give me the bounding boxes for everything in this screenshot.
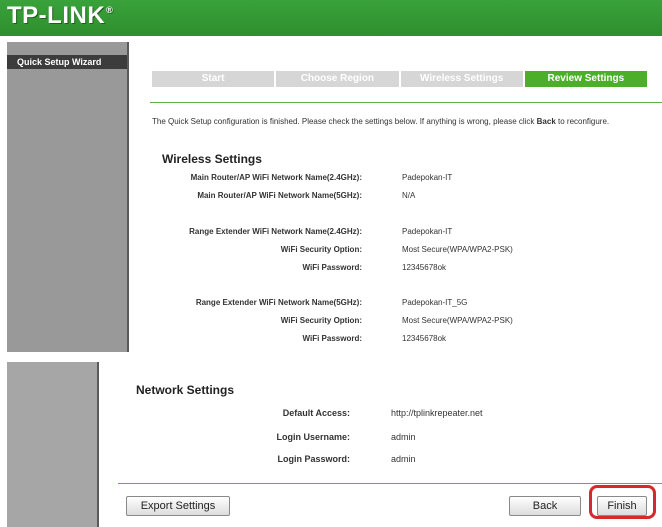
back-button[interactable]: Back [509, 496, 581, 516]
row-value-main-5g: N/A [402, 191, 416, 200]
row-label: WiFi Password: [302, 263, 363, 272]
sidebar-item-quick-setup-wizard[interactable]: Quick Setup Wizard [7, 55, 127, 69]
wireless-settings-title: Wireless Settings [162, 152, 262, 166]
row-label: WiFi Password: [302, 334, 363, 343]
row-label: WiFi Security Option: [280, 245, 362, 254]
step-review-settings: Review Settings [524, 71, 647, 87]
network-row-login-username: Login Username: [200, 432, 350, 446]
row-label: Login Password: [277, 454, 350, 464]
brand-name: TP-LINK [7, 2, 106, 29]
wizard-steps: Start Choose Region Wireless Settings Re… [152, 71, 647, 87]
wireless-row-main-5g: Main Router/AP WiFi Network Name(5GHz): [140, 191, 362, 203]
step-choose-region: Choose Region [276, 71, 401, 87]
intro-text-back: Back [536, 117, 556, 126]
row-value-extender-2g: Padepokan-IT [402, 227, 453, 236]
step-start: Start [152, 71, 277, 87]
buttons-divider-line [118, 483, 662, 484]
steps-divider-line [150, 102, 662, 103]
row-value-extender-5g: Padepokan-IT_5G [402, 298, 468, 307]
intro-text-before: The Quick Setup configuration is finishe… [152, 117, 537, 126]
tp-link-logo: TP-LINK® [7, 2, 113, 30]
row-label: Login Username: [276, 432, 350, 442]
row-label: Range Extender WiFi Network Name(2.4GHz)… [189, 227, 362, 236]
brand-reg-mark: ® [106, 5, 114, 15]
sidebar-divider-continued [97, 362, 99, 527]
row-value-password-2g: 12345678ok [402, 263, 447, 272]
wireless-row-extender-5g: Range Extender WiFi Network Name(5GHz): [140, 298, 362, 310]
sidebar: Quick Setup Wizard [7, 42, 127, 352]
row-label: Main Router/AP WiFi Network Name(5GHz): [197, 191, 362, 200]
row-value-login-username: admin [391, 432, 416, 442]
network-settings-panel: Network Settings Default Access: http://… [0, 362, 662, 527]
row-value-login-password: admin [391, 454, 416, 464]
wireless-row-security-2g: WiFi Security Option: [140, 245, 362, 257]
wireless-row-main-2g: Main Router/AP WiFi Network Name(2.4GHz)… [140, 173, 362, 185]
export-settings-button[interactable]: Export Settings [126, 496, 230, 516]
row-label: Main Router/AP WiFi Network Name(2.4GHz)… [190, 173, 362, 182]
review-settings-panel: TP-LINK® Quick Setup Wizard Start Choose… [0, 0, 662, 352]
step-wireless-settings: Wireless Settings [400, 71, 525, 87]
row-value-default-access: http://tplinkrepeater.net [391, 408, 483, 418]
wireless-row-password-5g: WiFi Password: [140, 334, 363, 346]
wireless-row-security-5g: WiFi Security Option: [140, 316, 362, 328]
network-row-login-password: Login Password: [200, 454, 350, 468]
row-label: WiFi Security Option: [280, 316, 362, 325]
row-label: Range Extender WiFi Network Name(5GHz): [195, 298, 362, 307]
header-bar: TP-LINK® [0, 0, 662, 36]
wireless-row-password-2g: WiFi Password: [140, 263, 363, 275]
intro-text: The Quick Setup configuration is finishe… [152, 117, 609, 126]
sidebar-divider [127, 42, 129, 352]
row-value-main-2g: Padepokan-IT [402, 173, 453, 182]
network-settings-title: Network Settings [136, 383, 235, 397]
network-row-default-access: Default Access: [200, 408, 350, 422]
row-label: Default Access: [282, 408, 350, 418]
wireless-row-extender-2g: Range Extender WiFi Network Name(2.4GHz)… [140, 227, 362, 239]
row-value-security-2g: Most Secure(WPA/WPA2-PSK) [402, 245, 513, 254]
sidebar-continued [7, 362, 97, 527]
row-value-password-5g: 12345678ok [402, 334, 447, 343]
row-value-security-5g: Most Secure(WPA/WPA2-PSK) [402, 316, 513, 325]
intro-text-after: to reconfigure. [555, 117, 610, 126]
finish-highlight-annotation [589, 485, 656, 519]
